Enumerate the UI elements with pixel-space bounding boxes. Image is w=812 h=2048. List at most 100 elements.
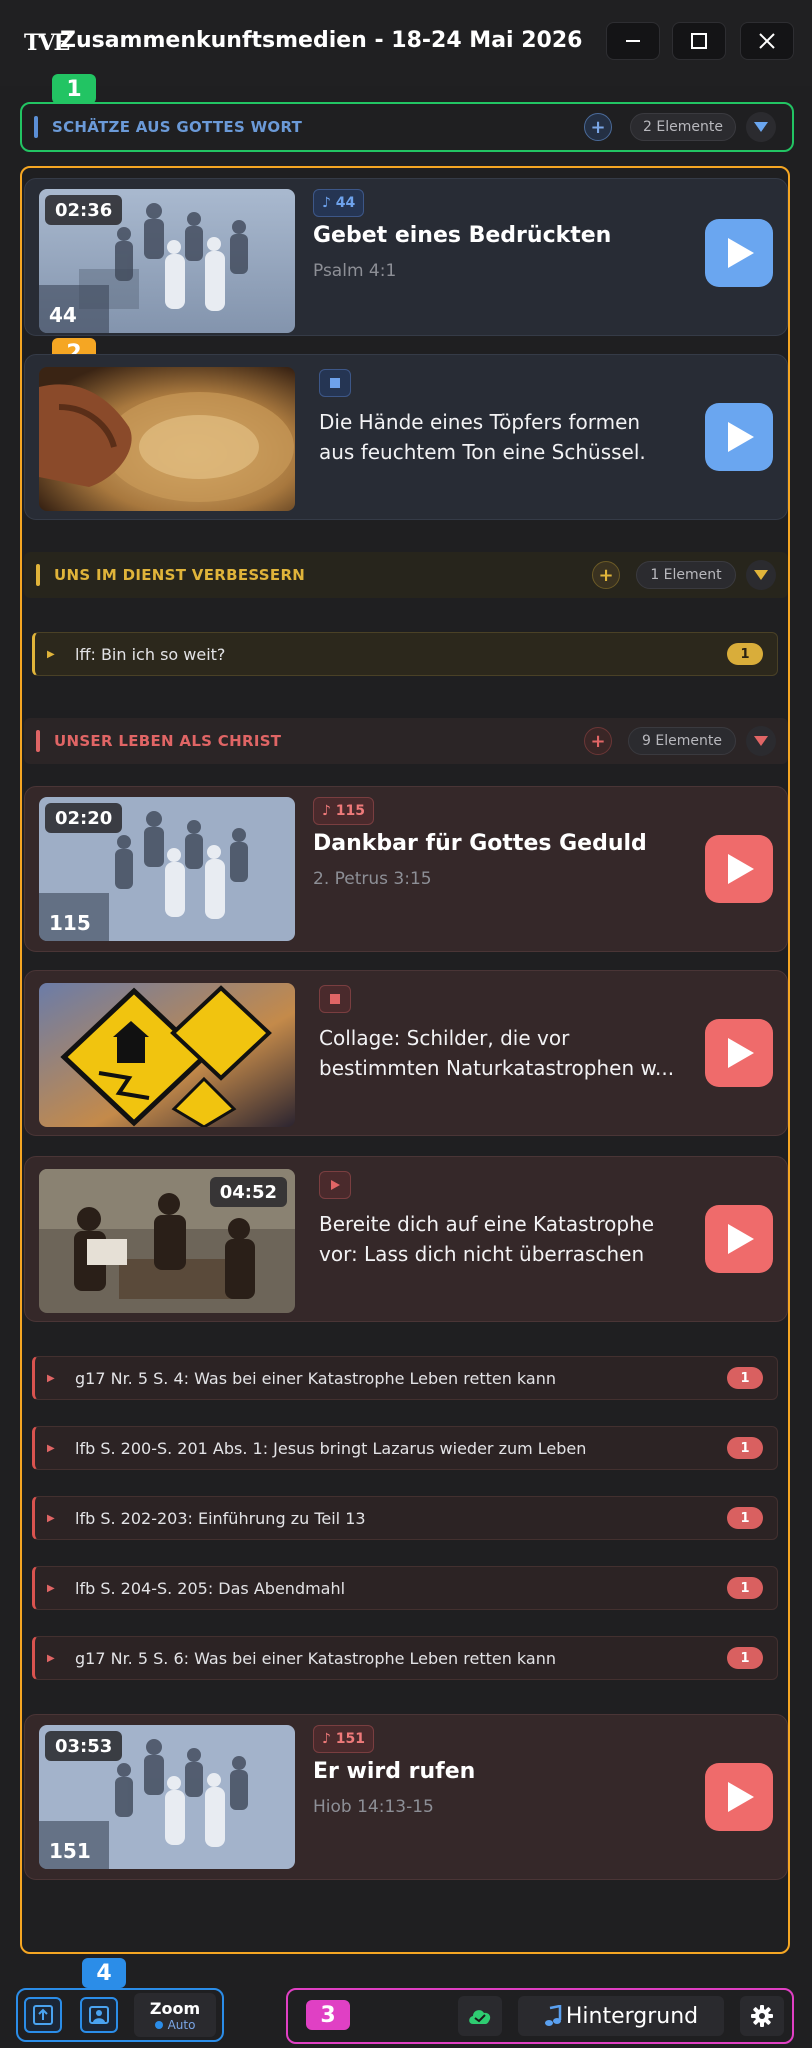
- settings-button[interactable]: [740, 1996, 784, 2036]
- reference-label: g17 Nr. 5 S. 6: Was bei einer Katastroph…: [75, 1648, 556, 1668]
- section-title: SCHÄTZE AUS GOTTES WORT: [52, 118, 303, 136]
- song-scripture: 2. Petrus 3:15: [313, 869, 432, 889]
- reference-row[interactable]: ▶ lff: Bin ich so weit? 1: [32, 632, 778, 676]
- section-color-bar: [36, 564, 40, 586]
- song-number: 44: [49, 303, 77, 327]
- play-button[interactable]: [705, 219, 773, 287]
- reference-count-badge: 1: [727, 1647, 763, 1669]
- reference-row[interactable]: ▶ lfb S. 202-203: Einführung zu Teil 13 …: [32, 1496, 778, 1540]
- reference-row[interactable]: ▶ lfb S. 204-S. 205: Das Abendmahl 1: [32, 1566, 778, 1610]
- play-icon: [728, 1782, 754, 1812]
- chevron-down-icon: [754, 736, 768, 746]
- media-card-image-collage[interactable]: Collage: Schilder, die vor bestimmten Na…: [24, 970, 788, 1136]
- bottom-right-toolbar: 3 Hintergrund: [286, 1988, 794, 2044]
- duration-badge: 03:53: [45, 1731, 123, 1761]
- expand-arrow-icon: ▶: [47, 1372, 55, 1384]
- image-icon: [330, 378, 340, 388]
- song-thumbnail: 03:53 151: [39, 1725, 295, 1869]
- section-title: UNSER LEBEN ALS CHRIST: [54, 732, 282, 750]
- add-item-button[interactable]: +: [584, 727, 612, 755]
- sync-status-button[interactable]: [458, 1996, 502, 2036]
- annotation-tag-4: 4: [82, 1958, 126, 1988]
- video-description: Bereite dich auf eine Katastrophe vor: L…: [319, 1212, 655, 1266]
- video-thumbnail: 04:52: [39, 1169, 295, 1313]
- section-header-schaetze[interactable]: SCHÄTZE AUS GOTTES WORT + 2 Elemente: [20, 102, 794, 152]
- zoom-mode-label: Auto: [167, 2017, 196, 2032]
- status-dot-icon: [154, 2020, 163, 2029]
- minimize-icon: [626, 40, 640, 42]
- reference-row[interactable]: ▶ g17 Nr. 5 S. 4: Was bei einer Katastro…: [32, 1356, 778, 1400]
- reference-count-badge: 1: [727, 1577, 763, 1599]
- reference-label: lfb S. 202-203: Einführung zu Teil 13: [75, 1508, 366, 1528]
- reference-row[interactable]: ▶ g17 Nr. 5 S. 6: Was bei einer Katastro…: [32, 1636, 778, 1680]
- play-button[interactable]: [705, 835, 773, 903]
- image-type-badge: [319, 985, 351, 1013]
- close-button[interactable]: [740, 22, 794, 60]
- camera-view-button[interactable]: [80, 1997, 118, 2033]
- zoom-control[interactable]: Zoom Auto: [134, 1993, 216, 2037]
- song-badge: ♪ 151: [313, 1725, 375, 1753]
- media-card-video[interactable]: 04:52 Bereite dich auf eine Katastrophe …: [24, 1156, 788, 1322]
- collapse-button[interactable]: [746, 726, 776, 756]
- song-title: Gebet eines Bedrückten: [313, 223, 612, 248]
- annotation-tag-3: 3: [306, 2000, 350, 2030]
- collapse-button[interactable]: [746, 560, 776, 590]
- video-type-badge: [319, 1171, 351, 1199]
- media-card-image-potter[interactable]: Die Hände eines Töpfers formen aus feuch…: [24, 354, 788, 520]
- reference-count-badge: 1: [727, 1367, 763, 1389]
- reference-label: lff: Bin ich so weit?: [75, 644, 226, 664]
- expand-arrow-icon: ▶: [47, 648, 55, 660]
- section-header-leben[interactable]: UNSER LEBEN ALS CHRIST + 9 Elemente: [24, 718, 788, 764]
- annotation-tag-1: 1: [52, 74, 96, 104]
- play-button[interactable]: [705, 1763, 773, 1831]
- media-card-song-115[interactable]: 02:20 115 ♪ 115 Dankbar für Gottes Gedul…: [24, 786, 788, 952]
- background-music-button[interactable]: Hintergrund: [518, 1996, 724, 2036]
- add-item-button[interactable]: +: [584, 113, 612, 141]
- section-color-bar: [36, 730, 40, 752]
- play-button[interactable]: [705, 1019, 773, 1087]
- song-scripture: Hiob 14:13-15: [313, 1797, 434, 1817]
- duration-badge: 04:52: [209, 1177, 287, 1207]
- hazard-signs-image: [39, 983, 295, 1127]
- upload-icon: [33, 2005, 53, 2025]
- expand-arrow-icon: ▶: [47, 1442, 55, 1454]
- window-title: Zusammenkunftsmedien - 18-24 Mai 2026: [60, 28, 583, 53]
- reference-label: lfb S. 204-S. 205: Das Abendmahl: [75, 1578, 346, 1598]
- reference-label: g17 Nr. 5 S. 4: Was bei einer Katastroph…: [75, 1368, 556, 1388]
- reference-count-badge: 1: [727, 1437, 763, 1459]
- minimize-button[interactable]: [606, 22, 660, 60]
- image-type-badge: [319, 369, 351, 397]
- add-item-button[interactable]: +: [592, 561, 620, 589]
- maximize-button[interactable]: [672, 22, 726, 60]
- media-card-song-151[interactable]: 03:53 151 ♪ 151 Er wird rufen Hiob 14:13…: [24, 1714, 788, 1880]
- song-title: Er wird rufen: [313, 1759, 476, 1784]
- section-item-count: 9 Elemente: [628, 727, 736, 755]
- song-badge: ♪ 115: [313, 797, 375, 825]
- song-title: Dankbar für Gottes Geduld: [313, 831, 647, 856]
- play-button[interactable]: [705, 403, 773, 471]
- collapse-button[interactable]: [746, 112, 776, 142]
- reference-row[interactable]: ▶ lfb S. 200-S. 201 Abs. 1: Jesus bringt…: [32, 1426, 778, 1470]
- section-header-dienst[interactable]: UNS IM DIENST VERBESSERN + 1 Element: [24, 552, 788, 598]
- person-frame-icon: [89, 2006, 109, 2024]
- duration-badge: 02:20: [45, 803, 123, 833]
- media-card-song-44[interactable]: 02:36 44 ♪ 44 Gebet eines Bedrückten Psa…: [24, 178, 788, 336]
- song-thumbnail: 02:36 44: [39, 189, 295, 333]
- play-icon: [728, 238, 754, 268]
- maximize-icon: [691, 33, 707, 49]
- gear-icon: [751, 2005, 773, 2027]
- upload-button[interactable]: [24, 1997, 62, 2033]
- reference-count-badge: 1: [727, 643, 763, 665]
- background-label: Hintergrund: [565, 2003, 699, 2029]
- song-thumbnail: 02:20 115: [39, 797, 295, 941]
- potter-hands-image: [39, 367, 295, 511]
- section-item-count: 1 Element: [636, 561, 736, 589]
- zoom-label: Zoom: [149, 1998, 201, 2018]
- play-icon: [728, 854, 754, 884]
- play-button[interactable]: [705, 1205, 773, 1273]
- bottom-left-toolbar: Zoom Auto: [16, 1988, 224, 2042]
- image-description: Die Hände eines Töpfers formen aus feuch…: [319, 410, 646, 464]
- title-bar: TVE Zusammenkunftsmedien - 18-24 Mai 202…: [0, 0, 812, 86]
- reference-count-badge: 1: [727, 1507, 763, 1529]
- play-icon: [728, 1224, 754, 1254]
